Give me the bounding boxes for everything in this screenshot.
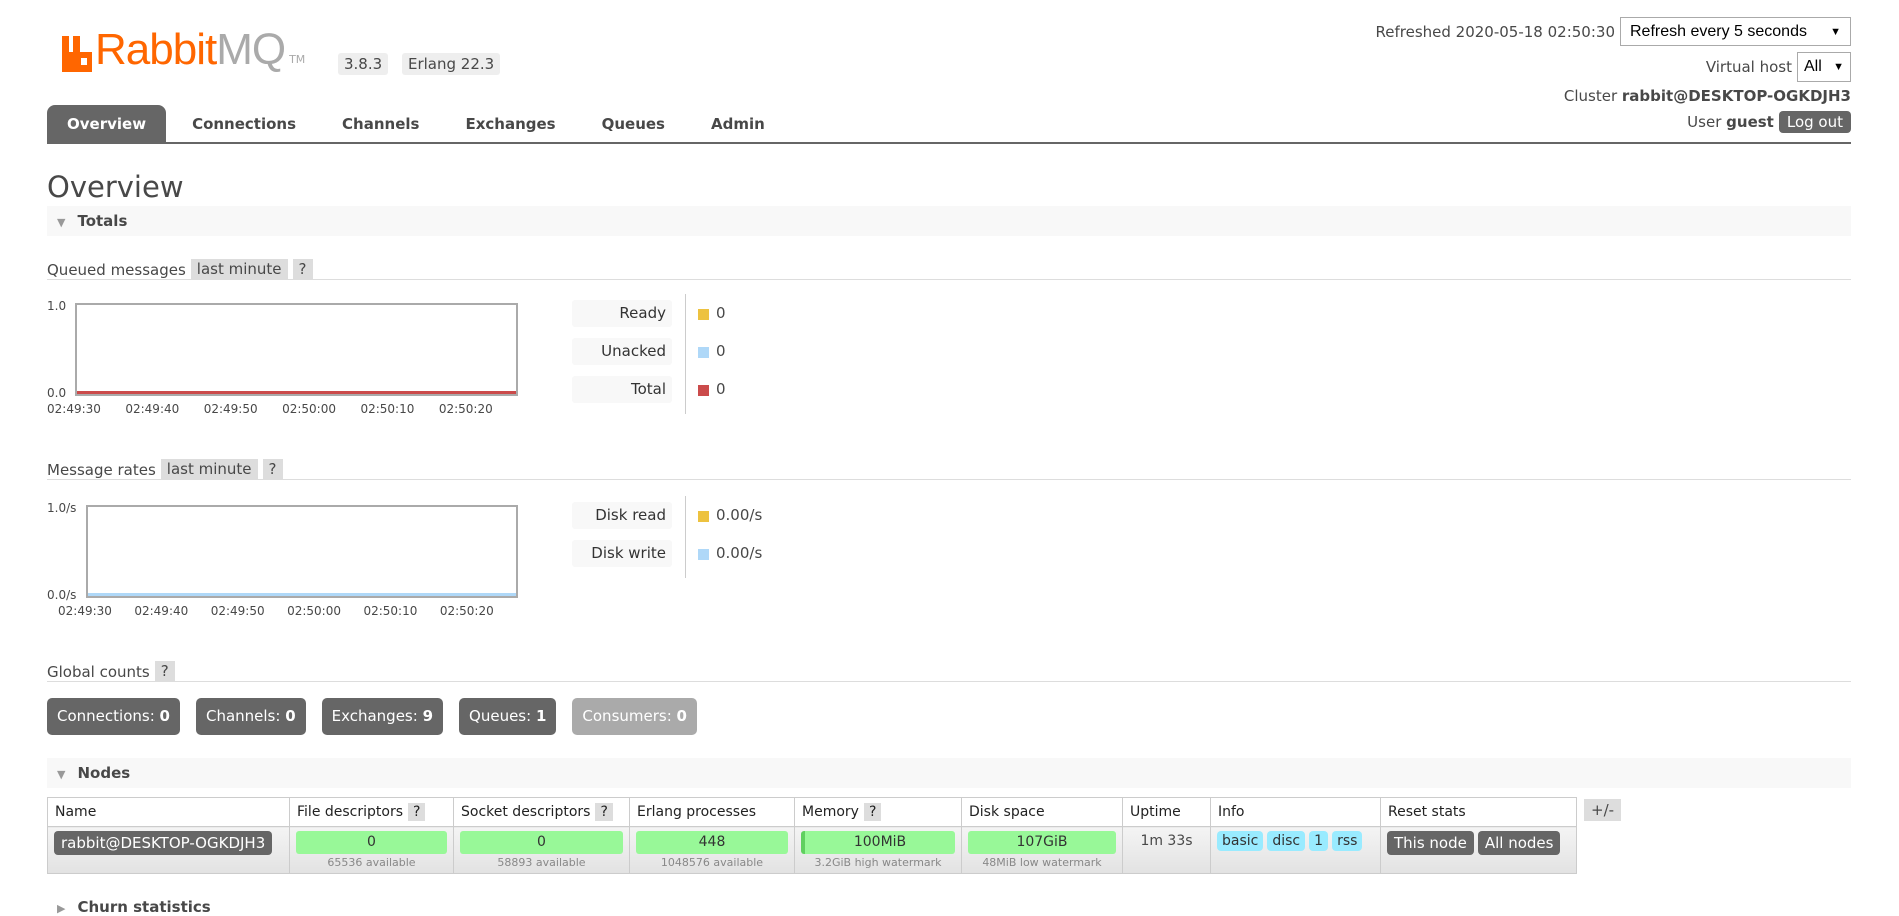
info-badge: basic (1217, 831, 1264, 851)
x-tick-label: 02:49:40 (125, 402, 180, 416)
trademark: TM (289, 53, 306, 66)
legend-label: Unacked (572, 338, 672, 365)
page-title: Overview (47, 170, 184, 204)
nodes-section-header[interactable]: ▼ Nodes (47, 758, 1851, 788)
legend-swatch (698, 511, 709, 522)
legend-label: Disk read (572, 502, 672, 529)
reset-all-nodes-button[interactable]: All nodes (1477, 831, 1561, 855)
vhost-select[interactable]: All ▼ (1797, 52, 1851, 82)
range-selector[interactable]: last minute (160, 459, 258, 479)
main-nav: Overview Connections Channels Exchanges Queu… (47, 105, 1851, 144)
help-button[interactable]: ? (595, 803, 613, 821)
y-tick-label: 0.0 (47, 386, 67, 400)
collapse-triangle-icon: ▼ (57, 216, 66, 229)
vhost-label: Virtual host (1705, 58, 1792, 76)
logo-text: RabbitMQ (95, 25, 286, 74)
rabbitmq-logo: RabbitMQ TM (62, 28, 305, 72)
count-channels-button[interactable]: Channels: 0 (195, 698, 306, 735)
help-button[interactable]: ? (408, 803, 426, 821)
x-tick-label: 02:49:30 (47, 402, 101, 416)
column-toggle-button[interactable]: +/- (1584, 799, 1622, 821)
x-tick-label: 02:49:40 (134, 604, 189, 618)
chart-plot-area (86, 505, 518, 598)
x-tick-label: 02:49:50 (203, 402, 258, 416)
tab-channels[interactable]: Channels (322, 105, 439, 142)
legend-label: Total (572, 376, 672, 403)
tab-connections[interactable]: Connections (172, 105, 316, 142)
y-tick-label: 1.0 (47, 299, 67, 313)
legend-value: 0.00/s (716, 506, 763, 524)
count-consumers-button[interactable]: Consumers: 0 (572, 698, 697, 735)
legend-value: 0 (716, 304, 726, 322)
cluster-info: Cluster rabbit@DESKTOP-OGKDJH3 (1563, 87, 1851, 105)
disk-space-bar: 107GiB (968, 831, 1116, 854)
x-tick-label: 02:49:30 (58, 604, 112, 618)
node-name-link[interactable]: rabbit@DESKTOP-OGKDJH3 (54, 831, 273, 855)
series-line (77, 391, 516, 394)
dropdown-arrow-icon: ▼ (1830, 25, 1841, 38)
count-queues-button[interactable]: Queues: 1 (459, 698, 557, 735)
info-badge: 1 (1309, 831, 1329, 851)
legend-value: 0 (716, 380, 726, 398)
nodes-table: Name File descriptors? Socket descriptor… (47, 797, 1577, 874)
legend-divider (685, 496, 686, 578)
queued-messages-header: Queued messages last minute? (47, 257, 1851, 280)
uptime: 1m 33s (1122, 826, 1211, 874)
y-tick-label: 0.0/s (47, 588, 77, 602)
expand-triangle-icon: ▶ (57, 902, 66, 915)
version-badge: 3.8.3 (338, 53, 389, 75)
collapse-triangle-icon: ▼ (57, 768, 66, 781)
tab-overview[interactable]: Overview (47, 105, 167, 142)
reset-this-node-button[interactable]: This node (1387, 831, 1474, 855)
rabbit-logo-icon (62, 36, 92, 72)
legend-swatch (698, 347, 709, 358)
x-tick-label: 02:50:10 (360, 402, 415, 416)
node-info: basic disc 1 rss (1210, 826, 1381, 874)
refreshed-text: Refreshed 2020-05-18 02:50:30 (1375, 22, 1615, 41)
legend-label: Ready (572, 300, 672, 327)
legend-swatch (698, 309, 709, 320)
dropdown-arrow-icon: ▼ (1833, 61, 1844, 73)
erlang-badge: Erlang 22.3 (402, 53, 501, 75)
socket-descriptors-bar: 0 (460, 831, 623, 854)
tab-queues[interactable]: Queues (582, 105, 685, 142)
legend-swatch (698, 385, 709, 396)
legend-swatch (698, 549, 709, 560)
x-tick-label: 02:49:50 (210, 604, 265, 618)
tab-exchanges[interactable]: Exchanges (445, 105, 575, 142)
x-tick-label: 02:50:10 (363, 604, 418, 618)
help-button[interactable]: ? (262, 459, 283, 479)
chart-plot-area (75, 303, 518, 396)
legend-label: Disk write (572, 540, 672, 567)
info-badge: disc (1267, 831, 1306, 851)
tab-admin[interactable]: Admin (691, 105, 785, 142)
x-tick-label: 02:50:20 (439, 604, 494, 618)
series-line (88, 593, 516, 596)
count-connections-button[interactable]: Connections: 0 (47, 698, 180, 735)
count-exchanges-button[interactable]: Exchanges: 9 (321, 698, 444, 735)
y-tick-label: 1.0/s (47, 501, 77, 515)
global-counts-header: Global counts? (47, 659, 1851, 682)
info-badge: rss (1332, 831, 1363, 851)
range-selector[interactable]: last minute (190, 259, 288, 279)
legend-value: 0 (716, 342, 726, 360)
x-tick-label: 02:50:00 (282, 402, 336, 416)
help-button[interactable]: ? (863, 803, 882, 821)
help-button[interactable]: ? (292, 259, 313, 279)
legend-value: 0.00/s (716, 544, 763, 562)
file-descriptors-bar: 0 (296, 831, 447, 854)
legend-divider (685, 294, 686, 414)
table-row: rabbit@DESKTOP-OGKDJH3 0 65536 available … (47, 826, 1577, 874)
refresh-interval-select[interactable]: Refresh every 5 seconds ▼ (1620, 17, 1851, 46)
memory-bar: 100MiB (801, 831, 955, 854)
churn-section-header[interactable]: ▶ Churn statistics (57, 898, 211, 916)
message-rates-header: Message rates last minute? (47, 457, 1851, 480)
totals-section-header[interactable]: ▼ Totals (47, 206, 1851, 236)
erlang-processes-bar: 448 (636, 831, 788, 854)
help-button[interactable]: ? (154, 661, 175, 681)
x-tick-label: 02:50:00 (287, 604, 341, 618)
x-tick-label: 02:50:20 (438, 402, 493, 416)
